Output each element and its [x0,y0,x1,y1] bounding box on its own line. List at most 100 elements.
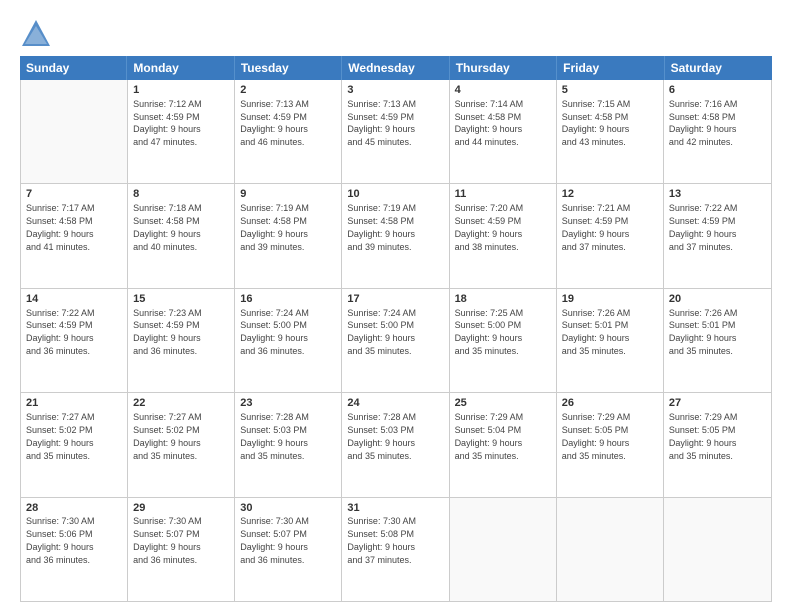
calendar-cell: 16 Sunrise: 7:24 AMSunset: 5:00 PMDaylig… [235,289,342,392]
day-number: 16 [240,292,336,307]
day-number: 1 [133,83,229,98]
day-detail: Sunrise: 7:22 AMSunset: 4:59 PMDaylight:… [669,203,738,251]
calendar-cell: 25 Sunrise: 7:29 AMSunset: 5:04 PMDaylig… [450,393,557,496]
day-number: 11 [455,187,551,202]
day-number: 17 [347,292,443,307]
day-number: 6 [669,83,766,98]
calendar-cell: 13 Sunrise: 7:22 AMSunset: 4:59 PMDaylig… [664,184,771,287]
calendar-cell: 23 Sunrise: 7:28 AMSunset: 5:03 PMDaylig… [235,393,342,496]
calendar-cell: 22 Sunrise: 7:27 AMSunset: 5:02 PMDaylig… [128,393,235,496]
day-number: 8 [133,187,229,202]
day-detail: Sunrise: 7:29 AMSunset: 5:05 PMDaylight:… [562,412,631,460]
day-number: 19 [562,292,658,307]
header-saturday: Saturday [665,56,772,80]
day-detail: Sunrise: 7:30 AMSunset: 5:06 PMDaylight:… [26,516,95,564]
day-number: 10 [347,187,443,202]
day-number: 14 [26,292,122,307]
day-detail: Sunrise: 7:24 AMSunset: 5:00 PMDaylight:… [347,308,416,356]
calendar-body: 1 Sunrise: 7:12 AMSunset: 4:59 PMDayligh… [20,80,772,602]
day-detail: Sunrise: 7:22 AMSunset: 4:59 PMDaylight:… [26,308,95,356]
day-number: 24 [347,396,443,411]
calendar-cell: 10 Sunrise: 7:19 AMSunset: 4:58 PMDaylig… [342,184,449,287]
day-detail: Sunrise: 7:23 AMSunset: 4:59 PMDaylight:… [133,308,202,356]
day-detail: Sunrise: 7:13 AMSunset: 4:59 PMDaylight:… [240,99,309,147]
day-detail: Sunrise: 7:21 AMSunset: 4:59 PMDaylight:… [562,203,631,251]
calendar-cell: 28 Sunrise: 7:30 AMSunset: 5:06 PMDaylig… [21,498,128,601]
day-detail: Sunrise: 7:17 AMSunset: 4:58 PMDaylight:… [26,203,95,251]
day-detail: Sunrise: 7:30 AMSunset: 5:07 PMDaylight:… [240,516,309,564]
day-number: 12 [562,187,658,202]
calendar-cell: 3 Sunrise: 7:13 AMSunset: 4:59 PMDayligh… [342,80,449,183]
day-detail: Sunrise: 7:19 AMSunset: 4:58 PMDaylight:… [347,203,416,251]
day-number: 9 [240,187,336,202]
day-number: 4 [455,83,551,98]
calendar: Sunday Monday Tuesday Wednesday Thursday… [20,56,772,602]
day-number: 18 [455,292,551,307]
header-friday: Friday [557,56,664,80]
calendar-cell: 20 Sunrise: 7:26 AMSunset: 5:01 PMDaylig… [664,289,771,392]
day-detail: Sunrise: 7:30 AMSunset: 5:07 PMDaylight:… [133,516,202,564]
calendar-cell: 18 Sunrise: 7:25 AMSunset: 5:00 PMDaylig… [450,289,557,392]
calendar-cell: 8 Sunrise: 7:18 AMSunset: 4:58 PMDayligh… [128,184,235,287]
calendar-cell: 15 Sunrise: 7:23 AMSunset: 4:59 PMDaylig… [128,289,235,392]
calendar-header: Sunday Monday Tuesday Wednesday Thursday… [20,56,772,80]
calendar-cell: 30 Sunrise: 7:30 AMSunset: 5:07 PMDaylig… [235,498,342,601]
day-detail: Sunrise: 7:19 AMSunset: 4:58 PMDaylight:… [240,203,309,251]
calendar-cell [21,80,128,183]
day-detail: Sunrise: 7:26 AMSunset: 5:01 PMDaylight:… [562,308,631,356]
calendar-cell: 4 Sunrise: 7:14 AMSunset: 4:58 PMDayligh… [450,80,557,183]
day-number: 21 [26,396,122,411]
day-detail: Sunrise: 7:18 AMSunset: 4:58 PMDaylight:… [133,203,202,251]
calendar-cell: 2 Sunrise: 7:13 AMSunset: 4:59 PMDayligh… [235,80,342,183]
day-number: 27 [669,396,766,411]
calendar-cell: 31 Sunrise: 7:30 AMSunset: 5:08 PMDaylig… [342,498,449,601]
day-number: 26 [562,396,658,411]
header-tuesday: Tuesday [235,56,342,80]
day-detail: Sunrise: 7:29 AMSunset: 5:05 PMDaylight:… [669,412,738,460]
calendar-cell: 6 Sunrise: 7:16 AMSunset: 4:58 PMDayligh… [664,80,771,183]
calendar-row-4: 28 Sunrise: 7:30 AMSunset: 5:06 PMDaylig… [21,498,771,601]
day-number: 22 [133,396,229,411]
calendar-cell: 29 Sunrise: 7:30 AMSunset: 5:07 PMDaylig… [128,498,235,601]
day-detail: Sunrise: 7:27 AMSunset: 5:02 PMDaylight:… [26,412,95,460]
day-number: 20 [669,292,766,307]
header-thursday: Thursday [450,56,557,80]
header [20,18,772,46]
day-detail: Sunrise: 7:14 AMSunset: 4:58 PMDaylight:… [455,99,524,147]
calendar-cell: 12 Sunrise: 7:21 AMSunset: 4:59 PMDaylig… [557,184,664,287]
logo [20,18,52,46]
day-detail: Sunrise: 7:28 AMSunset: 5:03 PMDaylight:… [347,412,416,460]
day-number: 13 [669,187,766,202]
logo-icon [20,18,48,46]
calendar-row-3: 21 Sunrise: 7:27 AMSunset: 5:02 PMDaylig… [21,393,771,497]
day-detail: Sunrise: 7:15 AMSunset: 4:58 PMDaylight:… [562,99,631,147]
calendar-cell: 27 Sunrise: 7:29 AMSunset: 5:05 PMDaylig… [664,393,771,496]
calendar-cell: 1 Sunrise: 7:12 AMSunset: 4:59 PMDayligh… [128,80,235,183]
calendar-cell: 11 Sunrise: 7:20 AMSunset: 4:59 PMDaylig… [450,184,557,287]
day-detail: Sunrise: 7:20 AMSunset: 4:59 PMDaylight:… [455,203,524,251]
calendar-cell [450,498,557,601]
calendar-cell: 17 Sunrise: 7:24 AMSunset: 5:00 PMDaylig… [342,289,449,392]
day-detail: Sunrise: 7:12 AMSunset: 4:59 PMDaylight:… [133,99,202,147]
day-number: 29 [133,501,229,516]
day-detail: Sunrise: 7:25 AMSunset: 5:00 PMDaylight:… [455,308,524,356]
day-detail: Sunrise: 7:28 AMSunset: 5:03 PMDaylight:… [240,412,309,460]
day-number: 7 [26,187,122,202]
calendar-cell: 9 Sunrise: 7:19 AMSunset: 4:58 PMDayligh… [235,184,342,287]
day-detail: Sunrise: 7:24 AMSunset: 5:00 PMDaylight:… [240,308,309,356]
header-wednesday: Wednesday [342,56,449,80]
calendar-cell: 19 Sunrise: 7:26 AMSunset: 5:01 PMDaylig… [557,289,664,392]
day-number: 23 [240,396,336,411]
day-detail: Sunrise: 7:13 AMSunset: 4:59 PMDaylight:… [347,99,416,147]
day-detail: Sunrise: 7:16 AMSunset: 4:58 PMDaylight:… [669,99,738,147]
calendar-cell [664,498,771,601]
day-detail: Sunrise: 7:27 AMSunset: 5:02 PMDaylight:… [133,412,202,460]
calendar-cell: 14 Sunrise: 7:22 AMSunset: 4:59 PMDaylig… [21,289,128,392]
header-sunday: Sunday [20,56,127,80]
day-number: 28 [26,501,122,516]
day-detail: Sunrise: 7:26 AMSunset: 5:01 PMDaylight:… [669,308,738,356]
calendar-row-2: 14 Sunrise: 7:22 AMSunset: 4:59 PMDaylig… [21,289,771,393]
calendar-cell: 21 Sunrise: 7:27 AMSunset: 5:02 PMDaylig… [21,393,128,496]
day-number: 15 [133,292,229,307]
calendar-row-1: 7 Sunrise: 7:17 AMSunset: 4:58 PMDayligh… [21,184,771,288]
